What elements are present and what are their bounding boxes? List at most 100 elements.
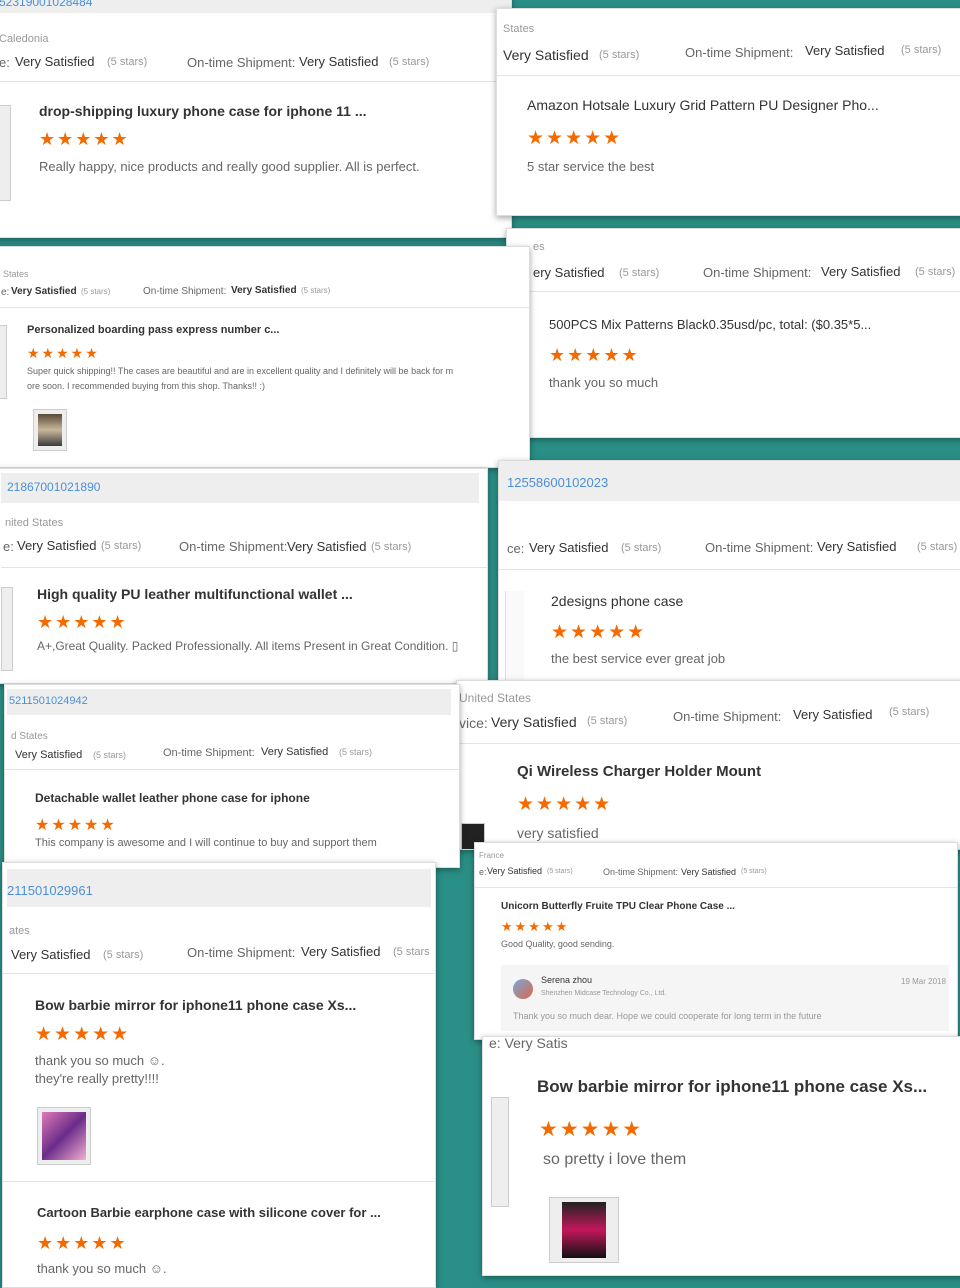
shipment-rating: Very Satisfied xyxy=(301,944,381,959)
divider xyxy=(3,1181,435,1182)
seller-rating: Very Satisfied xyxy=(11,947,91,962)
review-text: Really happy, nice products and really g… xyxy=(39,159,420,174)
review-photo[interactable] xyxy=(37,1107,91,1165)
buyer-country: d States xyxy=(11,731,48,742)
divider xyxy=(499,569,960,570)
product-thumbnail[interactable] xyxy=(0,105,11,201)
seller-service-label: e: xyxy=(1,287,10,298)
shipment-label: On-time Shipment: xyxy=(705,540,814,555)
seller-rating: Very Satisfied xyxy=(15,749,83,761)
buyer-country: Caledonia xyxy=(0,33,49,45)
review-card-1: 52319001028484 Caledonia e: Very Satisfi… xyxy=(0,0,512,238)
review-card-2: States Very Satisfied (5 stars) On-time … xyxy=(496,8,960,216)
product-title-2[interactable]: Cartoon Barbie earphone case with silico… xyxy=(37,1205,381,1220)
review-text: so pretty i love them xyxy=(543,1151,687,1168)
shipment-label: On-time Shipment: xyxy=(703,265,812,280)
review-card-11: e: Very Satis Bow barbie mirror for ipho… xyxy=(482,1036,960,1276)
shipment-stars: (5 stars) xyxy=(741,868,767,875)
shipment-rating: Very Satisfied xyxy=(299,54,379,69)
shipment-label: On-time Shipment: xyxy=(163,747,255,759)
product-title[interactable]: 500PCS Mix Patterns Black0.35usd/pc, tot… xyxy=(549,317,871,332)
divider xyxy=(497,75,960,76)
reply-author: Serena zhou xyxy=(541,975,593,985)
review-photo[interactable] xyxy=(33,409,67,451)
shipment-label: On-time Shipment: xyxy=(673,709,782,724)
product-title[interactable]: Qi Wireless Charger Holder Mount xyxy=(517,763,761,780)
seller-rating: Very Satisfied xyxy=(487,866,543,876)
seller-rating: Very Satisfied xyxy=(15,54,95,69)
shipment-rating: Very Satisfied xyxy=(231,285,297,296)
rating-stars: ★★★★★ xyxy=(27,345,100,361)
reply-text: Thank you so much dear. Hope we could co… xyxy=(513,1011,822,1021)
seller-rating: Very Satisfied xyxy=(503,47,589,63)
seller-stars: (5 stars) xyxy=(619,267,660,279)
rating-stars: ★★★★★ xyxy=(35,817,117,834)
shipment-rating: Very Satisfied xyxy=(805,43,885,58)
shipment-stars: (5 stars) xyxy=(889,706,930,718)
shipment-rating: Very Satisfied xyxy=(261,746,329,758)
rating-stars: ★★★★★ xyxy=(551,622,647,643)
divider xyxy=(0,81,511,82)
product-title[interactable]: Detachable wallet leather phone case for… xyxy=(35,791,310,805)
seller-rating: Very Satisfied xyxy=(17,538,97,553)
review-text-line-2: they're really pretty!!!! xyxy=(35,1071,159,1086)
product-title[interactable]: drop-shipping luxury phone case for ipho… xyxy=(39,103,366,119)
seller-rating: Very Satisfied xyxy=(11,286,77,297)
seller-stars: (5 stars) xyxy=(101,540,142,552)
product-title[interactable]: Bow barbie mirror for iphone11 phone cas… xyxy=(35,997,356,1013)
buyer-country: es xyxy=(533,241,545,253)
review-text-line-2: ore soon. I recommended buying from this… xyxy=(27,381,265,391)
review-text: This company is awesome and I will conti… xyxy=(35,837,377,849)
buyer-country: States xyxy=(503,23,535,35)
order-number[interactable]: 21867001021890 xyxy=(7,480,100,494)
product-title[interactable]: Unicorn Butterfly Fruite TPU Clear Phone… xyxy=(501,901,735,912)
seller-stars: (5 stars) xyxy=(621,542,662,554)
seller-stars: (5 stars) xyxy=(599,49,640,61)
review-text: very satisfied xyxy=(517,825,599,841)
seller-stars: (5 stars) xyxy=(103,949,144,961)
product-thumbnail[interactable] xyxy=(1,587,13,671)
review-text: the best service ever great job xyxy=(551,651,726,666)
buyer-country: States xyxy=(3,269,29,279)
product-thumbnail[interactable] xyxy=(491,1097,509,1207)
product-title[interactable]: Bow barbie mirror for iphone11 phone cas… xyxy=(537,1077,927,1097)
buyer-country: nited States xyxy=(5,517,64,529)
shipment-label: On-time Shipment: xyxy=(143,286,227,297)
shipment-label: On-time Shipment: xyxy=(685,45,794,60)
divider xyxy=(475,887,957,888)
seller-rating: ery Satisfied xyxy=(533,265,605,280)
review-text-line-1: Super quick shipping!! The cases are bea… xyxy=(27,366,454,376)
product-title[interactable]: Personalized boarding pass express numbe… xyxy=(27,324,279,336)
order-number[interactable]: 211501029961 xyxy=(7,883,93,898)
shipment-label: On-time Shipment: xyxy=(179,539,288,554)
divider xyxy=(457,743,960,744)
reply-company: Shenzhen Midcase Technology Co., Ltd. xyxy=(541,990,667,997)
review-card-6: 12558600102023 ce: Very Satisfied (5 sta… xyxy=(498,460,960,686)
review-card-5: 21867001021890 nited States e: Very Sati… xyxy=(0,468,488,684)
review-card-7: 5211501024942 d States Very Satisfied (5… xyxy=(4,684,460,868)
review-card-4: es ery Satisfied (5 stars) On-time Shipm… xyxy=(506,228,960,438)
order-number[interactable]: 5211501024942 xyxy=(9,695,88,707)
shipment-stars: (5 stars) xyxy=(389,56,430,68)
order-number[interactable]: 52319001028484 xyxy=(0,0,92,9)
divider xyxy=(0,307,529,308)
seller-stars: (5 stars) xyxy=(587,715,628,727)
shipment-stars: (5 stars) xyxy=(901,44,942,56)
product-title[interactable]: 2designs phone case xyxy=(551,593,683,609)
product-thumbnail[interactable] xyxy=(505,591,524,681)
product-thumbnail[interactable] xyxy=(0,325,7,399)
review-card-9: France e: Very Satisfied (5 stars) On-ti… xyxy=(474,842,958,1040)
divider xyxy=(507,291,960,292)
seller-service-label: ce: xyxy=(507,541,525,556)
avatar xyxy=(513,979,533,999)
seller-reply: Serena zhou Shenzhen Midcase Technology … xyxy=(501,965,949,1031)
product-title[interactable]: High quality PU leather multifunctional … xyxy=(37,586,353,602)
product-title[interactable]: Amazon Hotsale Luxury Grid Pattern PU De… xyxy=(527,97,879,113)
rating-stars: ★★★★★ xyxy=(39,129,130,149)
review-text: Good Quality, good sending. xyxy=(501,939,615,949)
order-number[interactable]: 12558600102023 xyxy=(507,475,608,490)
divider xyxy=(1,567,487,568)
review-photo[interactable] xyxy=(549,1197,619,1263)
review-card-10: 211501029961 ates Very Satisfied (5 star… xyxy=(2,862,436,1288)
rating-stars: ★★★★★ xyxy=(539,1118,644,1141)
